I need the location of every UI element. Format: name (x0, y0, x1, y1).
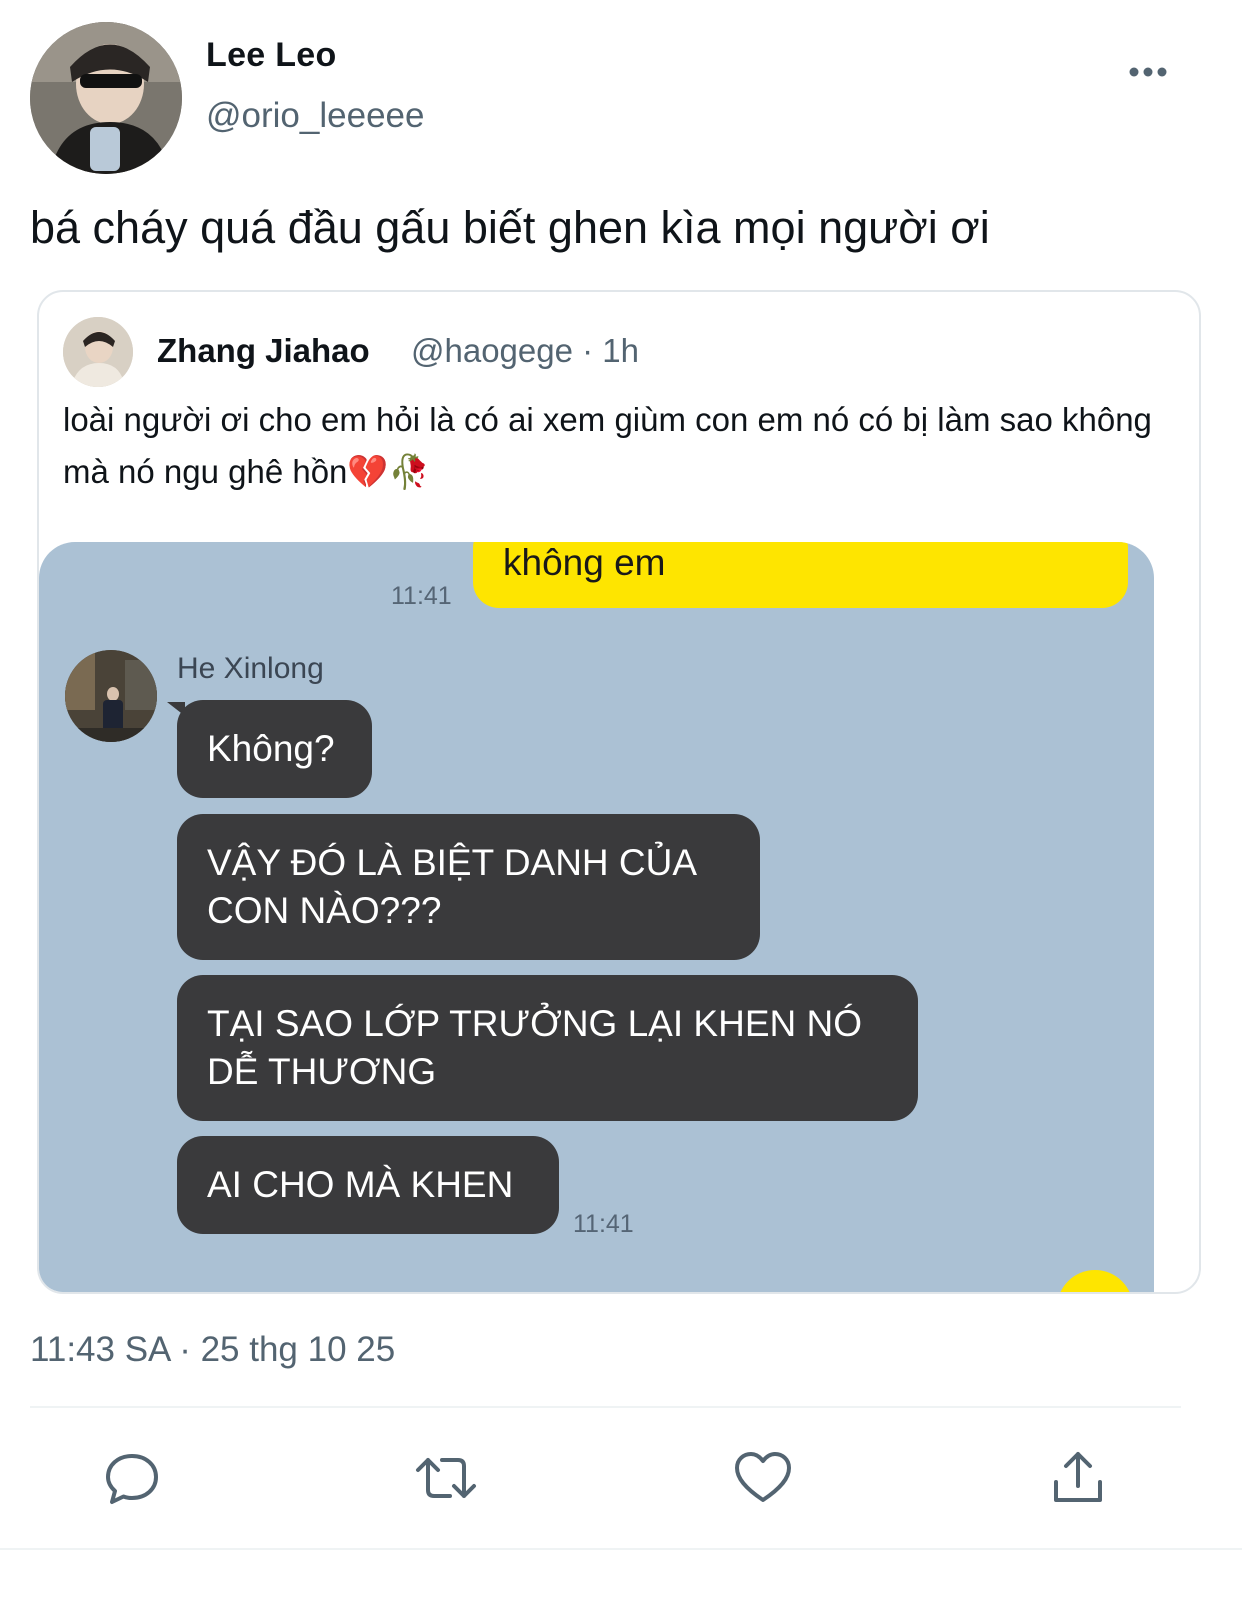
author-display-name[interactable]: Lee Leo (206, 36, 337, 75)
received-message-text: Không? (207, 728, 335, 769)
received-message-bubble: Không? (177, 700, 372, 798)
received-message-bubble: VẬY ĐÓ LÀ BIỆT DANH CỦA CON NÀO??? (177, 814, 760, 960)
like-icon[interactable] (731, 1446, 795, 1510)
chat-screenshot-image[interactable]: 11:41 không em He Xinlong Không? VẬY ĐÓ … (39, 542, 1154, 1292)
quoted-tweet-text: loài người ơi cho em hỏi là có ai xem gi… (63, 401, 1152, 490)
quoted-tweet-card[interactable]: Zhang Jiahao @haogege · 1h loài người ơi… (37, 290, 1201, 1294)
sender-avatar (65, 650, 157, 742)
more-icon[interactable] (1128, 60, 1168, 84)
received-message-bubble: AI CHO MÀ KHEN (177, 1136, 559, 1234)
quoted-author-handle-time[interactable]: @haogege · 1h (411, 332, 639, 370)
message-time: 11:41 (391, 582, 452, 610)
author-handle[interactable]: @orio_leeeee (206, 96, 424, 136)
sent-message-bubble-partial (1057, 1270, 1133, 1292)
retweet-icon[interactable] (414, 1446, 478, 1510)
received-message-bubble: TẠI SAO LỚP TRƯỞNG LẠI KHEN NÓ DỄ THƯƠNG (177, 975, 918, 1121)
received-message-text: TẠI SAO LỚP TRƯỞNG LẠI KHEN NÓ DỄ THƯƠNG (207, 1003, 862, 1092)
received-message-text: AI CHO MÀ KHEN (207, 1164, 514, 1205)
sent-message-bubble: không em (473, 542, 1128, 608)
tweet-text: bá cháy quá đầu gấu biết ghen kìa mọi ng… (30, 202, 990, 253)
share-icon[interactable] (1046, 1446, 1110, 1510)
reply-icon[interactable] (100, 1446, 164, 1510)
author-avatar[interactable] (30, 22, 182, 174)
received-message-text: VẬY ĐÓ LÀ BIỆT DANH CỦA CON NÀO??? (207, 842, 696, 931)
tweet-timestamp[interactable]: 11:43 SA · 25 thg 10 25 (30, 1330, 395, 1370)
quoted-author-avatar[interactable] (63, 317, 133, 387)
divider (30, 1406, 1181, 1408)
sent-message-text: không em (503, 542, 666, 583)
quoted-author-name[interactable]: Zhang Jiahao (157, 332, 370, 370)
sender-name: He Xinlong (177, 652, 324, 685)
bottom-divider (0, 1548, 1242, 1550)
message-time: 11:41 (573, 1210, 634, 1238)
